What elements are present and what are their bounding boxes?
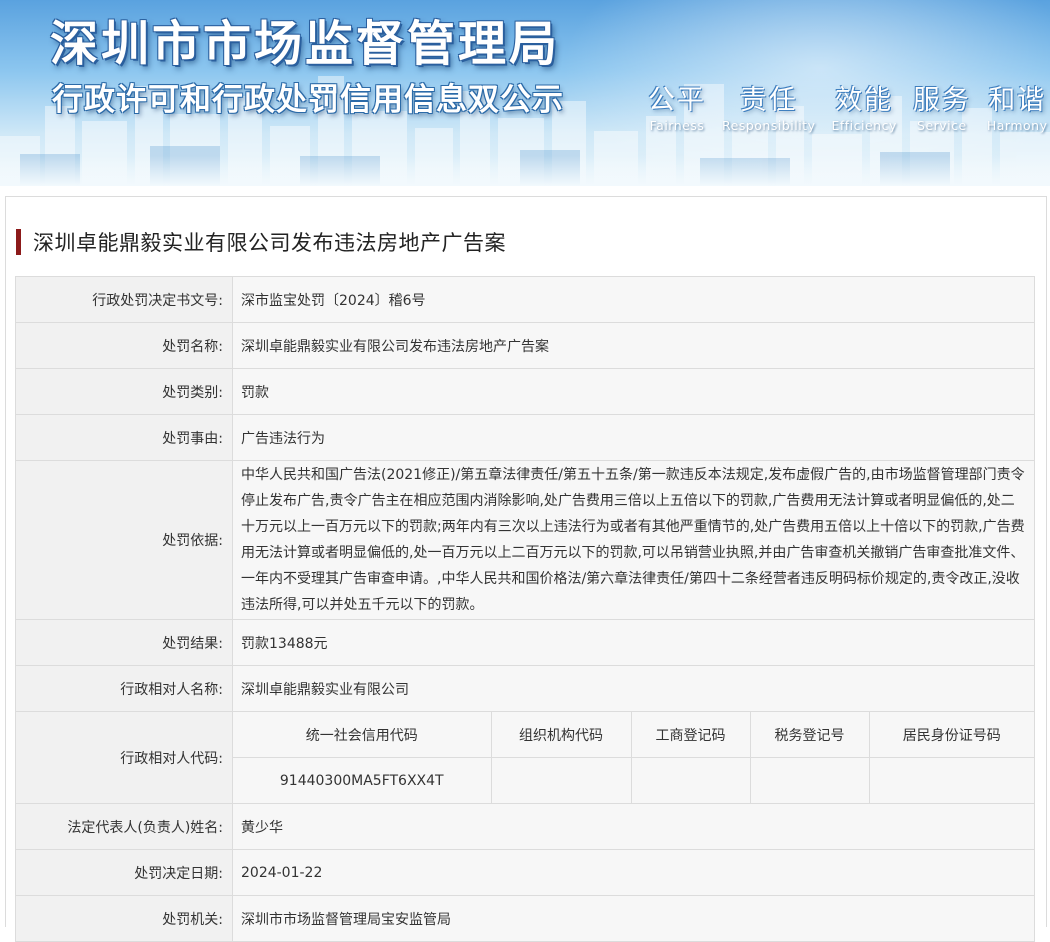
field-value: 深圳卓能鼎毅实业有限公司发布违法房地产广告案 <box>232 322 1035 369</box>
field-label: 处罚依据: <box>15 460 233 620</box>
slogan-efficiency: 效能 Efficiency <box>831 78 896 133</box>
id-number-value <box>869 757 1034 803</box>
page-heading: 深圳卓能鼎毅实业有限公司发布违法房地产广告案 <box>16 227 506 257</box>
slogan-cn: 责任 <box>739 85 798 116</box>
slogan-cn: 和谐 <box>988 85 1047 116</box>
slogan-cn: 服务 <box>912 85 971 116</box>
field-label: 行政相对人名称: <box>15 665 233 712</box>
slogan-en: Responsibility <box>722 118 816 133</box>
field-label: 处罚决定日期: <box>15 849 233 896</box>
slogan-en: Fairness <box>649 118 705 133</box>
slogan-cn: 公平 <box>648 85 706 116</box>
field-label: 处罚结果: <box>15 619 233 666</box>
slogan-responsibility: 责任 Responsibility <box>722 78 815 133</box>
field-label: 处罚事由: <box>15 414 233 461</box>
row-legal-rep: 法定代表人(负责人)姓名: 黄少华 <box>15 803 1035 850</box>
party-code-table: 统一社会信用代码 组织机构代码 工商登记码 税务登记号 居民身份证号码 9144… <box>233 712 1034 803</box>
field-label: 行政处罚决定书文号: <box>15 276 233 323</box>
column-header: 工商登记码 <box>631 712 751 758</box>
site-subtitle: 行政许可和行政处罚信用信息双公示 <box>52 82 564 118</box>
banner-ground <box>0 156 1050 186</box>
column-header: 税务登记号 <box>750 712 870 758</box>
field-value: 罚款13488元 <box>232 619 1035 666</box>
row-decision-date: 处罚决定日期: 2024-01-22 <box>15 849 1035 896</box>
penalty-info-table: 行政处罚决定书文号: 深市监宝处罚〔2024〕稽6号 处罚名称: 深圳卓能鼎毅实… <box>15 276 1035 942</box>
field-label: 行政相对人代码: <box>15 711 233 804</box>
page-title: 深圳卓能鼎毅实业有限公司发布违法房地产广告案 <box>33 231 506 255</box>
field-value: 深市监宝处罚〔2024〕稽6号 <box>232 276 1035 323</box>
field-value: 广告违法行为 <box>232 414 1035 461</box>
slogan-en: Harmony <box>986 118 1048 133</box>
row-authority: 处罚机关: 深圳市市场监督管理局宝安监管局 <box>15 895 1035 942</box>
tax-reg-value <box>750 757 870 803</box>
row-party-name: 行政相对人名称: 深圳卓能鼎毅实业有限公司 <box>15 665 1035 712</box>
credit-code-value: 91440300MA5FT6XX4T <box>233 757 492 803</box>
row-decision-no: 行政处罚决定书文号: 深市监宝处罚〔2024〕稽6号 <box>15 276 1035 323</box>
row-penalty-reason: 处罚事由: 广告违法行为 <box>15 414 1035 461</box>
slogan-en: Efficiency <box>831 118 897 133</box>
field-value: 中华人民共和国广告法(2021修正)/第五章法律责任/第五十五条/第一款违反本法… <box>232 460 1035 620</box>
org-code-value <box>491 757 632 803</box>
column-header: 组织机构代码 <box>491 712 632 758</box>
title-accent-bar <box>16 229 21 255</box>
slogan-fairness: 公平 Fairness <box>648 78 706 133</box>
slogan-cn: 效能 <box>835 85 894 116</box>
slogan-en: Service <box>917 118 967 133</box>
row-penalty-type: 处罚类别: 罚款 <box>15 368 1035 415</box>
party-code-cell: 统一社会信用代码 组织机构代码 工商登记码 税务登记号 居民身份证号码 9144… <box>232 711 1035 804</box>
field-value: 黄少华 <box>232 803 1035 850</box>
row-penalty-name: 处罚名称: 深圳卓能鼎毅实业有限公司发布违法房地产广告案 <box>15 322 1035 369</box>
business-reg-value <box>631 757 751 803</box>
column-header: 居民身份证号码 <box>869 712 1034 758</box>
party-code-value-row: 91440300MA5FT6XX4T <box>233 757 1034 803</box>
field-value: 深圳卓能鼎毅实业有限公司 <box>232 665 1035 712</box>
field-label: 处罚机关: <box>15 895 233 942</box>
main-content: 深圳卓能鼎毅实业有限公司发布违法房地产广告案 行政处罚决定书文号: 深市监宝处罚… <box>5 196 1047 942</box>
field-label: 法定代表人(负责人)姓名: <box>15 803 233 850</box>
slogan-harmony: 和谐 Harmony <box>987 78 1048 133</box>
slogan-service: 服务 Service <box>913 78 971 133</box>
field-label: 处罚类别: <box>15 368 233 415</box>
field-label: 处罚名称: <box>15 322 233 369</box>
row-penalty-basis: 处罚依据: 中华人民共和国广告法(2021修正)/第五章法律责任/第五十五条/第… <box>15 460 1035 620</box>
header-banner: 深圳市市场监督管理局 行政许可和行政处罚信用信息双公示 公平 Fairness … <box>0 0 1050 186</box>
field-value: 罚款 <box>232 368 1035 415</box>
column-header: 统一社会信用代码 <box>233 712 492 758</box>
row-penalty-result: 处罚结果: 罚款13488元 <box>15 619 1035 666</box>
field-value: 深圳市市场监督管理局宝安监管局 <box>232 895 1035 942</box>
slogan-group: 公平 Fairness 责任 Responsibility 效能 Efficie… <box>648 78 1048 133</box>
site-title: 深圳市市场监督管理局 <box>50 16 561 72</box>
row-party-code: 行政相对人代码: 统一社会信用代码 组织机构代码 工商登记码 税务登记号 居民身… <box>15 711 1035 804</box>
field-value: 2024-01-22 <box>232 849 1035 896</box>
party-code-header-row: 统一社会信用代码 组织机构代码 工商登记码 税务登记号 居民身份证号码 <box>233 712 1034 758</box>
